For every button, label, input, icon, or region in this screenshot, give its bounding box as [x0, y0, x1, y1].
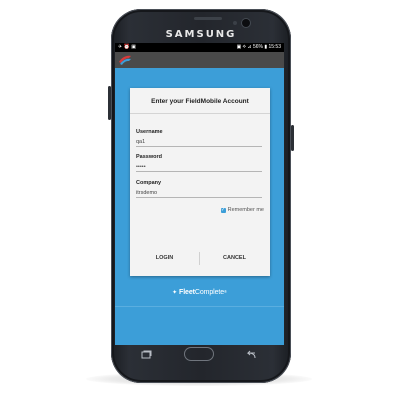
- brand-trademark: ®: [224, 289, 227, 294]
- status-right-info: ▣ ⟡ ⊿ 56% ▮ 15:53: [236, 44, 281, 50]
- home-button-icon[interactable]: [185, 348, 213, 360]
- front-camera: [242, 19, 250, 27]
- status-bar: ✈ ⏰ ▣ ▣ ⟡ ⊿ 56% ▮ 15:53: [115, 43, 284, 52]
- dialog-divider: [130, 113, 270, 114]
- login-button[interactable]: LOGIN: [130, 248, 199, 268]
- remember-me-label: Remember me: [227, 207, 264, 213]
- recent-apps-icon[interactable]: [140, 350, 152, 360]
- password-label: Password: [136, 154, 162, 160]
- company-label: Company: [136, 180, 162, 186]
- login-dialog: Enter your FieldMobile Account Username …: [130, 88, 270, 276]
- power-button[interactable]: [291, 125, 294, 151]
- brand-name-fleet: Fleet: [179, 289, 195, 296]
- remember-me-checkbox[interactable]: ✓ Remember me: [220, 206, 264, 213]
- checkbox-checked-icon: ✓: [220, 206, 226, 213]
- proximity-sensor: [233, 21, 237, 25]
- dialog-buttons: LOGIN CANCEL: [130, 248, 270, 268]
- phone-brand: SAMSUNG: [165, 29, 237, 40]
- back-arrow-icon[interactable]: [245, 350, 257, 360]
- app-toolbar: [115, 52, 284, 68]
- fleetcomplete-logo-icon: [119, 55, 131, 65]
- password-field[interactable]: [136, 162, 262, 172]
- status-left-icons: ✈ ⏰ ▣: [118, 44, 136, 50]
- brand-star-icon: ✦: [172, 290, 178, 296]
- footer-brand: ✦ FleetComplete®: [115, 289, 284, 296]
- username-field[interactable]: [136, 137, 262, 147]
- cancel-button[interactable]: CANCEL: [200, 248, 269, 268]
- earpiece: [194, 17, 222, 20]
- company-field[interactable]: [136, 188, 262, 198]
- brand-name-complete: Complete: [194, 289, 225, 296]
- dialog-title: Enter your FieldMobile Account: [151, 98, 249, 105]
- footer-divider: [115, 306, 284, 307]
- navigation-bar: [115, 345, 284, 367]
- username-label: Username: [136, 129, 163, 135]
